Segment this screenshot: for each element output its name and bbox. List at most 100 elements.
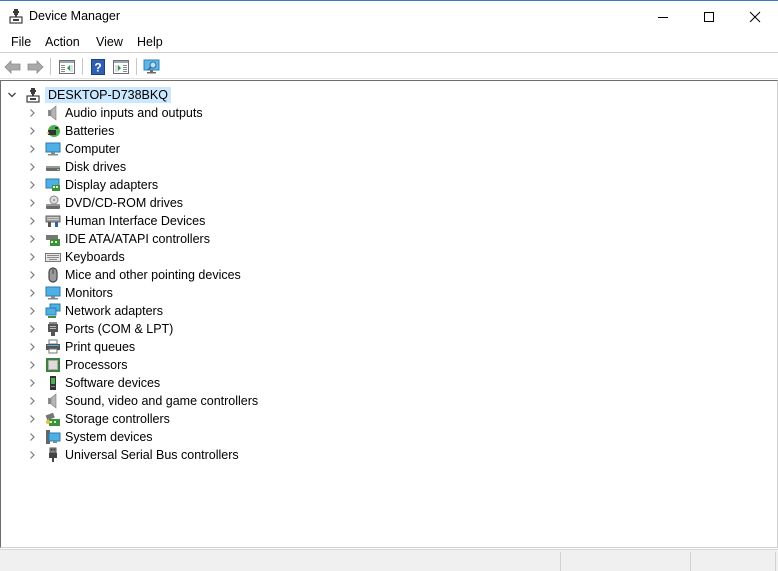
tree-item[interactable]: IDE ATA/ATAPI controllers <box>25 230 258 248</box>
dvd-drive-icon <box>45 195 61 211</box>
processor-icon <box>45 357 61 373</box>
close-button[interactable] <box>732 1 778 32</box>
show-hide-action-pane-icon <box>113 59 129 74</box>
tree-item-label[interactable]: Storage controllers <box>65 412 170 426</box>
show-hide-action-pane-button[interactable] <box>111 57 131 76</box>
chevron-right-icon[interactable] <box>25 268 39 282</box>
ide-controller-icon <box>45 231 61 247</box>
chevron-right-icon[interactable] <box>25 394 39 408</box>
menu-help[interactable]: Help <box>136 35 164 49</box>
tree-item-label[interactable]: Human Interface Devices <box>65 214 205 228</box>
chevron-right-icon[interactable] <box>25 358 39 372</box>
tree-item-label[interactable]: Network adapters <box>65 304 163 318</box>
mouse-icon <box>45 267 61 283</box>
tree-item[interactable]: Keyboards <box>25 248 258 266</box>
tree-item-label[interactable]: Print queues <box>65 340 135 354</box>
tree-item-label[interactable]: Audio inputs and outputs <box>65 106 203 120</box>
battery-icon <box>45 123 61 139</box>
chevron-right-icon[interactable] <box>25 160 39 174</box>
help-icon: ? <box>91 58 105 75</box>
chevron-right-icon[interactable] <box>25 304 39 318</box>
tree-item[interactable]: Storage controllers <box>25 410 258 428</box>
chevron-right-icon[interactable] <box>25 322 39 336</box>
tree-item-label[interactable]: Batteries <box>65 124 114 138</box>
chevron-right-icon[interactable] <box>25 124 39 138</box>
tree-item[interactable]: Computer <box>25 140 258 158</box>
keyboard-icon <box>45 249 61 265</box>
network-adapter-icon <box>45 303 61 319</box>
minimize-button[interactable] <box>640 1 686 32</box>
chevron-right-icon[interactable] <box>25 232 39 246</box>
tree-item[interactable]: System devices <box>25 428 258 446</box>
tree-item-label[interactable]: IDE ATA/ATAPI controllers <box>65 232 210 246</box>
chevron-right-icon[interactable] <box>25 412 39 426</box>
help-button[interactable]: ? <box>88 57 108 76</box>
maximize-button[interactable] <box>686 1 732 32</box>
tree-item-label[interactable]: Ports (COM & LPT) <box>65 322 173 336</box>
maximize-icon <box>704 11 714 22</box>
tree-item-label[interactable]: Sound, video and game controllers <box>65 394 258 408</box>
back-arrow-icon <box>4 59 21 74</box>
tree-item[interactable]: Sound, video and game controllers <box>25 392 258 410</box>
tree-item-label[interactable]: System devices <box>65 430 153 444</box>
usb-icon <box>45 447 61 463</box>
tree-item-label[interactable]: Disk drives <box>65 160 126 174</box>
tree-item[interactable]: Monitors <box>25 284 258 302</box>
chevron-right-icon[interactable] <box>25 340 39 354</box>
tree-item-label[interactable]: Mice and other pointing devices <box>65 268 241 282</box>
tree-item-label[interactable]: Processors <box>65 358 128 372</box>
disk-drive-icon <box>45 159 61 175</box>
back-button[interactable] <box>3 57 23 76</box>
chevron-right-icon[interactable] <box>25 214 39 228</box>
tree-item[interactable]: Disk drives <box>25 158 258 176</box>
tree-item-label[interactable]: Universal Serial Bus controllers <box>65 448 239 462</box>
tree-item-label[interactable]: DVD/CD-ROM drives <box>65 196 183 210</box>
menu-file[interactable]: File <box>10 35 32 49</box>
tree-item-label[interactable]: Monitors <box>65 286 113 300</box>
status-separator <box>560 552 561 571</box>
status-separator <box>690 552 691 571</box>
forward-button[interactable] <box>25 57 45 76</box>
tree-item-label[interactable]: Software devices <box>65 376 160 390</box>
display-adapter-icon <box>45 177 61 193</box>
tree-item[interactable]: DVD/CD-ROM drives <box>25 194 258 212</box>
port-icon <box>45 321 61 337</box>
tree-item-label[interactable]: Computer <box>65 142 120 156</box>
tree-item[interactable]: Network adapters <box>25 302 258 320</box>
menu-view[interactable]: View <box>95 35 124 49</box>
chevron-right-icon[interactable] <box>25 286 39 300</box>
chevron-right-icon[interactable] <box>25 106 39 120</box>
tree-item[interactable]: Audio inputs and outputs <box>25 104 258 122</box>
tree-item[interactable]: Human Interface Devices <box>25 212 258 230</box>
chevron-right-icon[interactable] <box>25 142 39 156</box>
chevron-right-icon[interactable] <box>25 250 39 264</box>
device-category-list: Audio inputs and outputs Batteries Compute… <box>25 104 258 464</box>
chevron-down-icon[interactable] <box>5 88 19 102</box>
storage-controller-icon <box>45 411 61 427</box>
tree-item[interactable]: Processors <box>25 356 258 374</box>
chevron-right-icon[interactable] <box>25 430 39 444</box>
show-hide-console-tree-button[interactable] <box>57 57 77 76</box>
menu-action[interactable]: Action <box>44 35 81 49</box>
chevron-right-icon[interactable] <box>25 178 39 192</box>
device-manager-window: Device Manager File Action View Help ? D… <box>0 0 778 571</box>
tree-item[interactable]: Universal Serial Bus controllers <box>25 446 258 464</box>
tree-root-node[interactable]: DESKTOP-D738BKQ <box>5 86 171 104</box>
chevron-right-icon[interactable] <box>25 196 39 210</box>
tree-item[interactable]: Batteries <box>25 122 258 140</box>
tree-item-label[interactable]: Display adapters <box>65 178 158 192</box>
system-devices-icon <box>45 429 61 445</box>
tree-item[interactable]: Ports (COM & LPT) <box>25 320 258 338</box>
tree-item-label[interactable]: Keyboards <box>65 250 125 264</box>
tree-item[interactable]: Software devices <box>25 374 258 392</box>
show-hide-console-tree-icon <box>59 59 75 74</box>
chevron-right-icon[interactable] <box>25 448 39 462</box>
tree-item[interactable]: Print queues <box>25 338 258 356</box>
toolbar: ? <box>0 54 778 79</box>
tree-item[interactable]: Mice and other pointing devices <box>25 266 258 284</box>
device-tree-pane: DESKTOP-D738BKQ Audio inputs and outputs… <box>0 80 778 548</box>
chevron-right-icon[interactable] <box>25 376 39 390</box>
tree-root-label[interactable]: DESKTOP-D738BKQ <box>45 87 171 103</box>
scan-hardware-changes-button[interactable] <box>142 57 162 76</box>
tree-item[interactable]: Display adapters <box>25 176 258 194</box>
